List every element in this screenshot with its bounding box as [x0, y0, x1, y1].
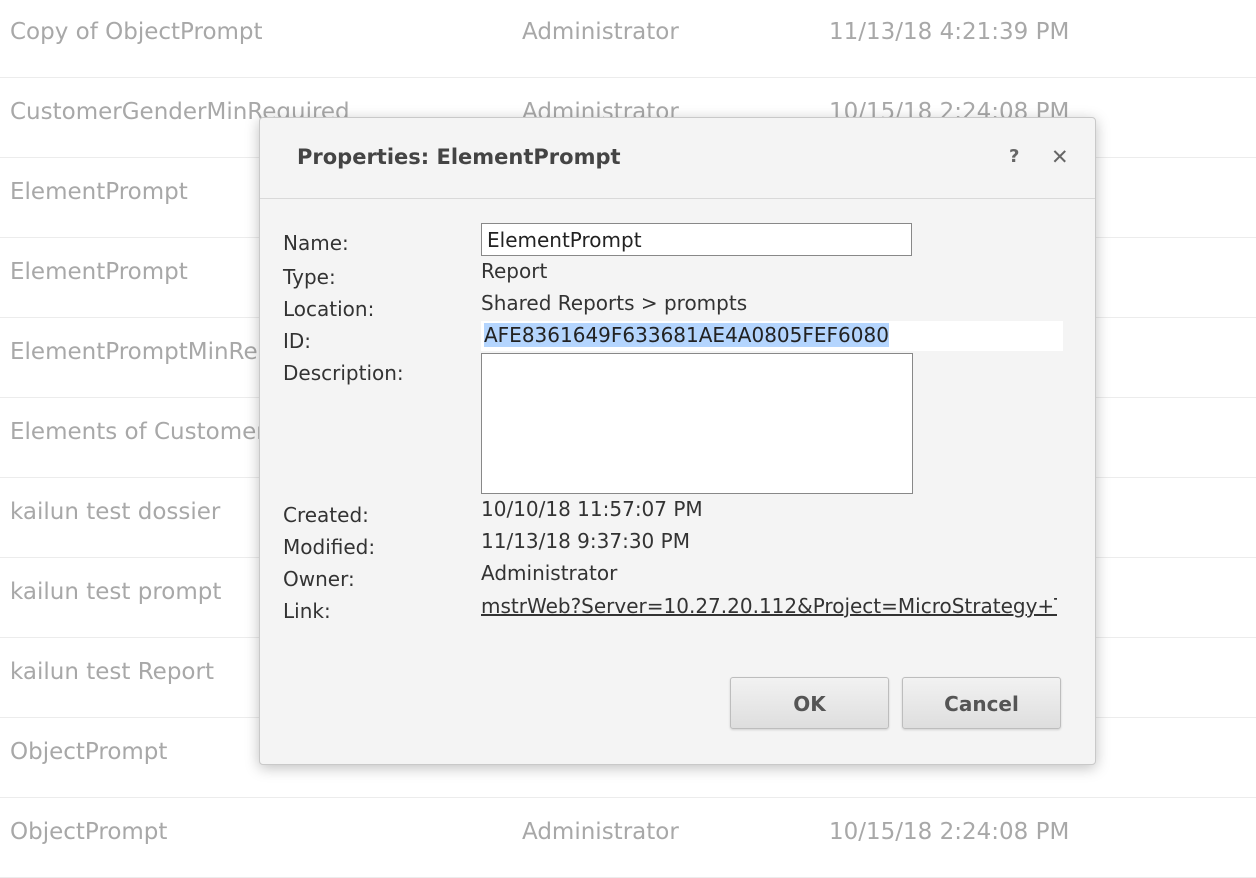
row-owner: Administrator	[522, 19, 679, 45]
created-value: 10/10/18 11:57:07 PM	[481, 497, 703, 521]
type-value: Report	[481, 259, 548, 283]
description-label: Description:	[283, 361, 404, 385]
row-name: ElementPrompt	[10, 179, 188, 205]
created-label: Created:	[283, 503, 369, 527]
owner-label: Owner:	[283, 567, 355, 591]
row-name: ObjectPrompt	[10, 739, 168, 765]
row-name: kailun test dossier	[10, 499, 221, 525]
close-icon[interactable]: ✕	[1051, 145, 1069, 169]
row-name: Copy of ObjectPrompt	[10, 19, 263, 45]
id-value: AFE8361649F633681AE4A0805FEF6080	[484, 323, 889, 347]
row-name: kailun test Report	[10, 659, 214, 685]
location-label: Location:	[283, 297, 375, 321]
cancel-button[interactable]: Cancel	[902, 677, 1061, 729]
row-name: Elements of Customer	[10, 419, 266, 445]
row-name: ElementPromptMinRe	[10, 339, 258, 365]
list-row[interactable]: Copy of ObjectPrompt Administrator 11/13/1…	[0, 0, 1256, 78]
row-name: ObjectPrompt	[10, 819, 168, 845]
link-label: Link:	[283, 599, 331, 623]
description-textarea[interactable]	[481, 353, 913, 494]
name-input[interactable]	[481, 223, 912, 256]
row-modified: 11/13/18 4:21:39 PM	[829, 19, 1070, 45]
dialog-header: Properties: ElementPrompt ? ✕	[260, 118, 1095, 199]
row-modified: 10/15/18 2:24:08 PM	[829, 819, 1070, 845]
ok-button[interactable]: OK	[730, 677, 889, 729]
row-name: kailun test prompt	[10, 579, 222, 605]
id-field[interactable]: AFE8361649F633681AE4A0805FEF6080	[481, 321, 1063, 351]
dialog-title: Properties: ElementPrompt	[297, 145, 621, 169]
link-value[interactable]: mstrWeb?Server=10.27.20.112&Project=Micr…	[481, 594, 1057, 618]
modified-label: Modified:	[283, 535, 376, 559]
owner-value: Administrator	[481, 561, 618, 585]
name-label: Name:	[283, 231, 349, 255]
help-icon[interactable]: ?	[1009, 146, 1019, 167]
type-label: Type:	[283, 265, 336, 289]
properties-dialog: Properties: ElementPrompt ? ✕ Name: Type…	[259, 117, 1096, 765]
list-row[interactable]: ObjectPrompt Administrator 10/15/18 2:24:0…	[0, 797, 1256, 878]
modified-value: 11/13/18 9:37:30 PM	[481, 529, 690, 553]
row-owner: Administrator	[522, 819, 679, 845]
location-value: Shared Reports > prompts	[481, 291, 748, 315]
id-label: ID:	[283, 329, 312, 353]
row-name: ElementPrompt	[10, 259, 188, 285]
